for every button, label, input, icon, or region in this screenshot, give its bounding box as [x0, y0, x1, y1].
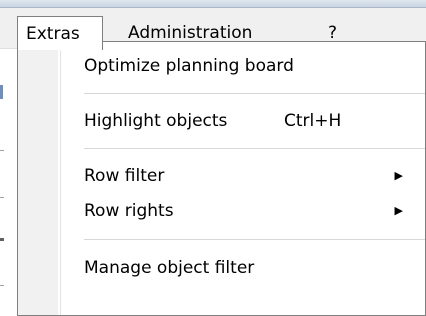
menu-item-label: Optimize planning board [84, 56, 294, 76]
menu-item-manage-object-filter[interactable]: Manage object filter [84, 252, 425, 284]
triangle-right-icon: ▶ [394, 204, 403, 217]
menu-item-label: Row filter [84, 166, 165, 186]
window-top-strip [0, 0, 426, 8]
menu-item-label: Manage object filter [84, 258, 255, 278]
menu-item-label: Row rights [84, 201, 174, 221]
menu-item-highlight-objects[interactable]: Highlight objects Ctrl+H [84, 105, 425, 137]
extras-dropdown-menu: Optimize planning board Highlight object… [17, 41, 426, 316]
menu-separator [84, 93, 425, 95]
row-gridline [0, 150, 4, 151]
menu-extras[interactable]: Extras [17, 16, 103, 50]
menu-separator [84, 148, 425, 150]
menu-item-optimize-planning-board[interactable]: Optimize planning board [84, 50, 425, 82]
menu-icon-gutter [18, 42, 58, 315]
triangle-right-icon: ▶ [394, 169, 403, 182]
row-gridline [0, 285, 4, 286]
row-gridline [0, 197, 4, 198]
menu-item-shortcut: Ctrl+H [284, 111, 342, 131]
menu-gutter-divider [60, 42, 61, 315]
menu-separator [84, 239, 425, 241]
row-gridline [0, 238, 4, 241]
menu-item-row-rights[interactable]: Row rights ▶ [84, 195, 425, 227]
menu-item-label: Highlight objects [84, 111, 228, 131]
menu-item-row-filter[interactable]: Row filter ▶ [84, 160, 425, 192]
selection-marker [0, 85, 3, 99]
